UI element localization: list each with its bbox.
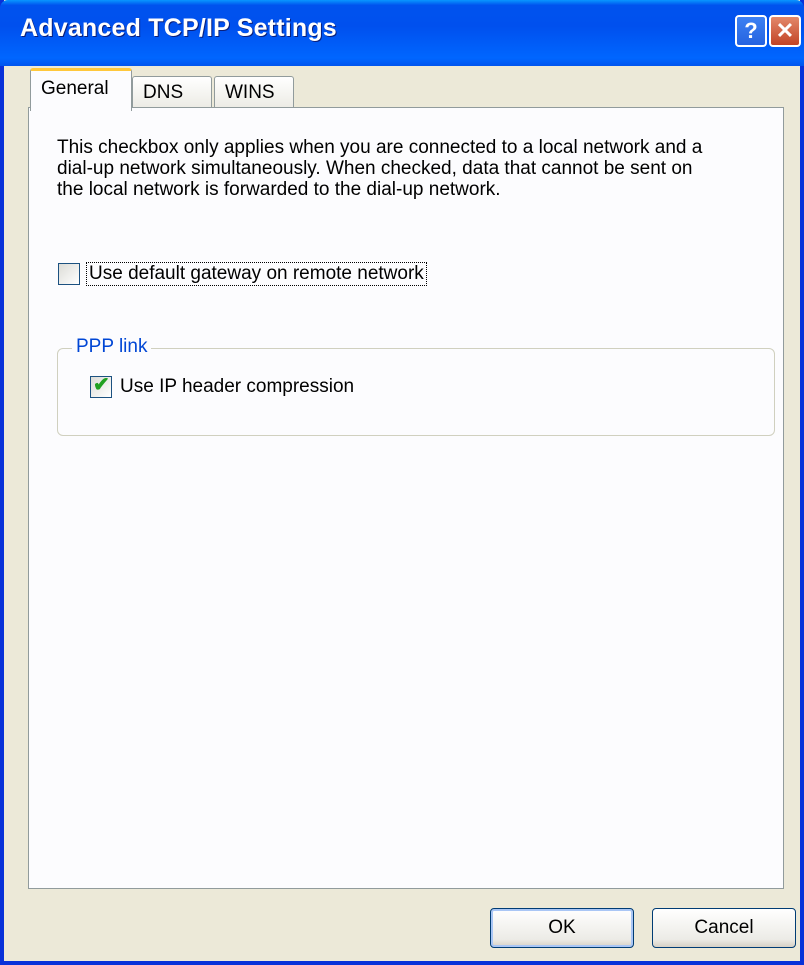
close-icon: ✕ xyxy=(775,18,795,43)
default-gateway-label[interactable]: Use default gateway on remote network xyxy=(86,262,427,286)
tab-dns[interactable]: DNS xyxy=(132,76,212,108)
tab-wins[interactable]: WINS xyxy=(214,76,294,108)
checkmark-icon: ✔ xyxy=(93,374,110,396)
default-gateway-checkbox[interactable] xyxy=(58,263,80,285)
tab-general[interactable]: General xyxy=(30,68,132,111)
title-bar[interactable]: Advanced TCP/IP Settings ? ✕ xyxy=(0,0,804,66)
ppp-link-groupbox: PPP link ✔ Use IP header compression xyxy=(57,336,775,436)
general-tab-panel: This checkbox only applies when you are … xyxy=(28,107,784,889)
dialog-window: Advanced TCP/IP Settings ? ✕ General DNS… xyxy=(0,0,804,965)
ok-button[interactable]: OK xyxy=(490,908,634,948)
description-text: This checkbox only applies when you are … xyxy=(57,137,703,200)
cancel-button[interactable]: Cancel xyxy=(652,908,796,948)
ip-header-compression-label[interactable]: Use IP header compression xyxy=(120,376,354,398)
ppp-link-title: PPP link xyxy=(72,336,152,358)
window-title: Advanced TCP/IP Settings xyxy=(20,14,337,42)
help-icon: ? xyxy=(744,18,758,43)
ip-header-compression-checkbox[interactable]: ✔ xyxy=(90,374,112,398)
help-button[interactable]: ? xyxy=(735,15,767,47)
close-button[interactable]: ✕ xyxy=(769,15,801,47)
